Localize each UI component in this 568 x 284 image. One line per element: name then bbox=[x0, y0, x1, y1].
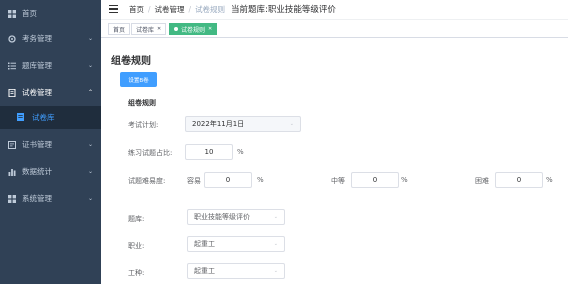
sidebar-item-exam-affairs[interactable]: 考务管理 ⌄ bbox=[0, 25, 101, 52]
chevron-down-icon: ⌄ bbox=[273, 241, 278, 247]
hamburger-icon[interactable] bbox=[109, 5, 118, 13]
close-icon[interactable]: ✕ bbox=[157, 26, 161, 32]
question-bank-label: 题库: bbox=[128, 215, 145, 223]
difficulty-medium-label: 中等 bbox=[331, 177, 345, 185]
question-bank-value: 职业技能等级评价 bbox=[194, 213, 250, 221]
tag-home[interactable]: 首页 bbox=[108, 23, 131, 35]
occupation-label: 职业: bbox=[128, 242, 145, 250]
sidebar-item-label: 首页 bbox=[22, 9, 37, 18]
difficulty-easy-input[interactable]: 0 bbox=[204, 172, 252, 188]
occupation-value: 起重工 bbox=[194, 240, 215, 248]
difficulty-easy-label: 容易 bbox=[187, 177, 201, 185]
breadcrumb-current: 试卷规则 bbox=[195, 5, 226, 14]
exam-plan-value: 2022年11月1日 bbox=[192, 120, 245, 128]
close-icon[interactable]: ✕ bbox=[208, 26, 212, 32]
sidebar-item-label: 证书管理 bbox=[22, 140, 52, 149]
breadcrumb-paper-management[interactable]: 试卷管理 bbox=[155, 5, 185, 14]
occupation-select[interactable]: 起重工 ⌄ bbox=[187, 236, 285, 252]
tag-label: 试卷规则 bbox=[181, 26, 206, 34]
difficulty-hard-label: 困难 bbox=[475, 177, 489, 185]
bar-chart-icon bbox=[8, 168, 16, 176]
sidebar-item-label: 试卷管理 bbox=[22, 88, 52, 97]
practice-ratio-input[interactable]: 10 bbox=[185, 144, 233, 160]
difficulty-medium-input[interactable]: 0 bbox=[351, 172, 399, 188]
practice-ratio-unit: % bbox=[237, 148, 244, 156]
difficulty-hard-input[interactable]: 0 bbox=[495, 172, 543, 188]
difficulty-label: 试题难易度: bbox=[128, 177, 166, 185]
gear-icon bbox=[8, 34, 16, 43]
job-type-value: 起重工 bbox=[194, 267, 215, 275]
job-type-select[interactable]: 起重工 ⌄ bbox=[187, 263, 285, 279]
difficulty-easy-unit: % bbox=[257, 176, 264, 184]
tag-label: 首页 bbox=[113, 26, 126, 34]
breadcrumb: 首页 / 试卷管理 / 试卷规则 bbox=[129, 5, 226, 14]
sidebar-item-home[interactable]: 首页 bbox=[0, 0, 101, 27]
page-title: 组卷规则 bbox=[111, 56, 151, 67]
folder-icon bbox=[17, 113, 24, 121]
sidebar-item-paper-management[interactable]: 试卷管理 ⌃ bbox=[0, 79, 101, 106]
set-b-paper-button[interactable]: 设置B卷 bbox=[120, 72, 157, 87]
sidebar-subitem-paper-library[interactable]: 试卷库 bbox=[0, 106, 101, 129]
section-title: 组卷规则 bbox=[128, 99, 156, 107]
tag-label: 试卷库 bbox=[136, 26, 155, 34]
exam-plan-label: 考试计划: bbox=[128, 121, 159, 129]
sidebar-item-label: 题库管理 bbox=[22, 61, 52, 70]
dashboard-icon bbox=[8, 9, 16, 18]
sidebar-item-question-bank[interactable]: 题库管理 ⌄ bbox=[0, 52, 101, 79]
job-type-label: 工种: bbox=[128, 269, 145, 277]
breadcrumb-home[interactable]: 首页 bbox=[129, 5, 144, 14]
chevron-down-icon: ⌄ bbox=[87, 195, 93, 202]
main-content: 组卷规则 设置B卷 组卷规则 考试计划: 2022年11月1日 ⌄ 练习试题占比… bbox=[101, 38, 568, 284]
tag-paper-rules[interactable]: 试卷规则 ✕ bbox=[169, 23, 218, 35]
chevron-down-icon: ⌄ bbox=[273, 214, 278, 220]
chevron-down-icon: ⌄ bbox=[87, 35, 93, 42]
current-question-bank-title: 当前题库:职业技能等级评价 bbox=[231, 5, 336, 15]
chevron-down-icon: ⌄ bbox=[273, 268, 278, 274]
sidebar: 首页 考务管理 ⌄ 题库管理 ⌄ 试卷管理 ⌃ 试卷库 证书管理 ⌄ 数据统计 … bbox=[0, 0, 101, 284]
active-dot-icon bbox=[174, 27, 178, 31]
difficulty-hard-unit: % bbox=[546, 176, 553, 184]
sidebar-item-certificate[interactable]: 证书管理 ⌄ bbox=[0, 131, 101, 158]
question-bank-select[interactable]: 职业技能等级评价 ⌄ bbox=[187, 209, 285, 225]
tag-paper-library[interactable]: 试卷库 ✕ bbox=[131, 23, 167, 35]
sidebar-subitem-label: 试卷库 bbox=[32, 113, 55, 122]
sidebar-item-label: 考务管理 bbox=[22, 34, 52, 43]
sidebar-item-statistics[interactable]: 数据统计 ⌄ bbox=[0, 158, 101, 185]
sidebar-item-label: 数据统计 bbox=[22, 167, 52, 176]
sidebar-item-label: 系统管理 bbox=[22, 194, 52, 203]
chevron-down-icon: ⌄ bbox=[87, 141, 93, 148]
grid-icon bbox=[8, 194, 16, 203]
top-header: 首页 / 试卷管理 / 试卷规则 当前题库:职业技能等级评价 bbox=[101, 0, 568, 20]
list-icon bbox=[8, 62, 16, 70]
certificate-icon bbox=[8, 140, 16, 149]
exam-plan-select[interactable]: 2022年11月1日 ⌄ bbox=[185, 116, 301, 132]
chevron-up-icon: ⌃ bbox=[87, 89, 93, 96]
sidebar-item-system[interactable]: 系统管理 ⌄ bbox=[0, 185, 101, 212]
practice-ratio-label: 练习试题占比: bbox=[128, 149, 173, 157]
difficulty-medium-unit: % bbox=[401, 176, 408, 184]
chevron-down-icon: ⌄ bbox=[289, 121, 294, 127]
chevron-down-icon: ⌄ bbox=[87, 62, 93, 69]
tags-view: 首页 试卷库 ✕ 试卷规则 ✕ bbox=[101, 20, 568, 38]
document-icon bbox=[8, 88, 16, 97]
chevron-down-icon: ⌄ bbox=[87, 168, 93, 175]
